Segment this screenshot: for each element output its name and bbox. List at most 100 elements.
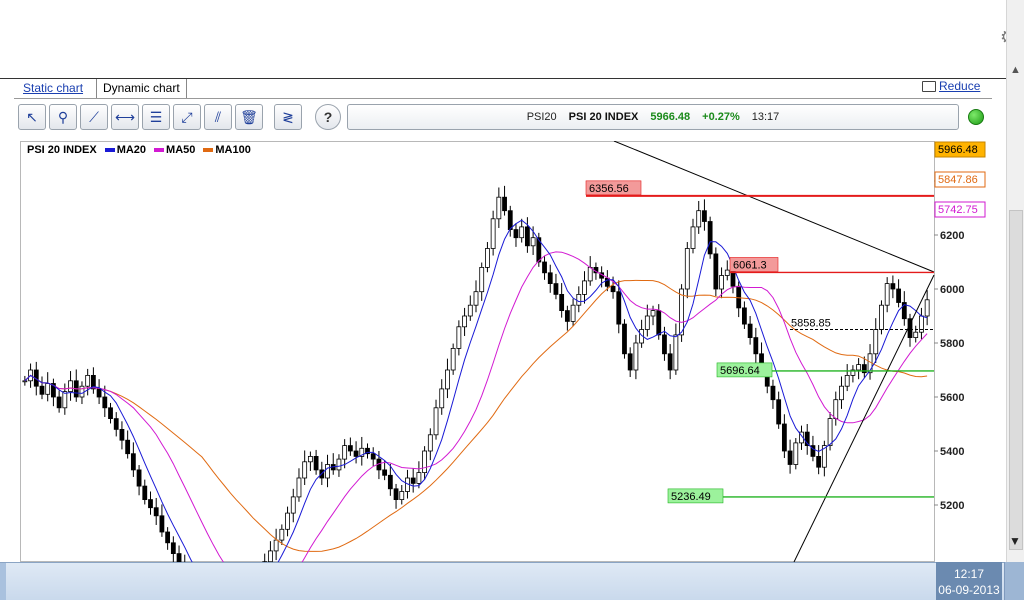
- candle-body: [467, 304, 473, 317]
- candle-body: [924, 299, 930, 317]
- candle-body: [268, 550, 273, 562]
- candle-body: [290, 496, 296, 514]
- candle-body: [473, 291, 479, 306]
- channel-button[interactable]: ⤢: [173, 104, 201, 130]
- level-label: 6356.56: [589, 183, 629, 195]
- channel-icon: ⤢: [181, 108, 193, 125]
- candle-body: [22, 380, 28, 383]
- tab-static-chart[interactable]: Static chart: [17, 79, 89, 99]
- candle-body: [170, 542, 176, 554]
- candle-body: [165, 531, 171, 544]
- zoom-button[interactable]: ⚲: [49, 104, 77, 130]
- candle-body: [724, 269, 730, 276]
- candle-body: [564, 310, 570, 322]
- scroll-down-icon[interactable]: ▼: [1009, 534, 1021, 548]
- legend-label: MA100: [215, 144, 251, 156]
- level-label: 5236.49: [671, 491, 711, 503]
- candle-body: [125, 439, 131, 455]
- candle-body: [108, 407, 113, 419]
- candle-body: [787, 450, 793, 465]
- y-tick-label: 5400: [940, 446, 964, 458]
- candle-body: [456, 326, 462, 349]
- legend-item: MA20: [104, 144, 146, 156]
- candle-body: [96, 388, 102, 398]
- candle-body: [553, 283, 559, 295]
- page-scrollbar[interactable]: ▲ ▼: [1006, 0, 1024, 562]
- trash-button[interactable]: 🗑: [235, 104, 263, 130]
- candle-body: [130, 453, 136, 471]
- candle-body: [136, 469, 142, 487]
- taskbar: [0, 562, 1024, 600]
- candle-body: [119, 428, 125, 441]
- y-tick-label: 5600: [940, 392, 964, 404]
- candle-body: [422, 450, 428, 474]
- candle-body: [856, 364, 862, 371]
- candle-body: [530, 237, 536, 247]
- candle-body: [307, 455, 313, 463]
- candle-body: [547, 272, 553, 285]
- scroll-up-icon[interactable]: ▲: [1010, 64, 1021, 76]
- candle-body: [56, 396, 62, 409]
- candle-body: [445, 369, 450, 390]
- chart-area[interactable]: 64006200600058005600540052006356.566061.…: [20, 141, 992, 562]
- show-desktop-button[interactable]: [1004, 562, 1024, 600]
- candle-body: [742, 307, 747, 325]
- taskbar-clock[interactable]: 12:17 06-09-2013: [936, 562, 1002, 600]
- fibonacci-button[interactable]: ☰: [142, 104, 170, 130]
- candle-body: [416, 472, 422, 484]
- ticker-name: PSI 20 INDEX: [568, 111, 639, 123]
- candle-body: [462, 315, 467, 328]
- candle-body: [410, 477, 416, 484]
- candle-body: [524, 226, 530, 247]
- trendline-button[interactable]: ⟋: [80, 104, 108, 130]
- tab-dynamic-chart[interactable]: Dynamic chart: [96, 79, 187, 99]
- reduce-link[interactable]: Reduce: [922, 79, 980, 93]
- status-light-icon: [968, 109, 984, 125]
- candle-body: [879, 304, 884, 330]
- dashed-level-label: 5858.85: [791, 318, 831, 330]
- zigzag-button[interactable]: ≷: [274, 104, 302, 130]
- candle-body: [587, 267, 593, 282]
- candle-body: [570, 304, 576, 322]
- candle-body: [347, 445, 353, 452]
- candle-body: [873, 329, 879, 355]
- horizontal-line-button[interactable]: ⟷: [111, 104, 139, 130]
- candle-body: [313, 455, 319, 471]
- price-chart[interactable]: 64006200600058005600540052006356.566061.…: [20, 141, 992, 562]
- price-tag-label: 5742.75: [938, 204, 978, 216]
- pointer-button[interactable]: ↖: [18, 104, 46, 130]
- candle-body: [450, 347, 456, 371]
- ticker-code: PSI20: [526, 111, 557, 123]
- candle-body: [479, 267, 485, 293]
- candle-body: [176, 553, 182, 562]
- candle-body: [753, 337, 759, 355]
- candle-body: [781, 423, 787, 452]
- parallel-lines-button[interactable]: ⫽: [204, 104, 232, 130]
- candle-body: [684, 248, 690, 290]
- y-tick-label: 6000: [940, 284, 964, 296]
- reduce-icon: [922, 80, 936, 92]
- candle-body: [399, 491, 405, 501]
- candle-body: [519, 226, 525, 239]
- candle-body: [159, 515, 165, 533]
- candle-body: [884, 283, 890, 306]
- candle-body: [342, 445, 348, 460]
- candle-body: [679, 288, 684, 336]
- tab-divider: [14, 98, 992, 99]
- candle-body: [490, 218, 496, 249]
- horizontal-line-icon: ⟷: [114, 108, 136, 125]
- candle-body: [433, 407, 439, 436]
- price-tag-label: 5966.48: [938, 144, 978, 156]
- chart-legend: PSI 20 INDEX MA20 MA50 MA100: [27, 144, 251, 156]
- scrollbar-thumb[interactable]: [1009, 210, 1023, 550]
- candle-body: [325, 464, 330, 479]
- ticker-time: 13:17: [751, 111, 780, 123]
- candle-body: [576, 293, 582, 306]
- legend-item: PSI 20 INDEX: [27, 144, 97, 156]
- candle-body: [793, 442, 799, 465]
- candle-body: [507, 210, 513, 230]
- candle-body: [650, 310, 656, 317]
- help-button[interactable]: ?: [315, 104, 341, 130]
- plot-frame: [20, 141, 935, 562]
- candle-body: [673, 334, 679, 371]
